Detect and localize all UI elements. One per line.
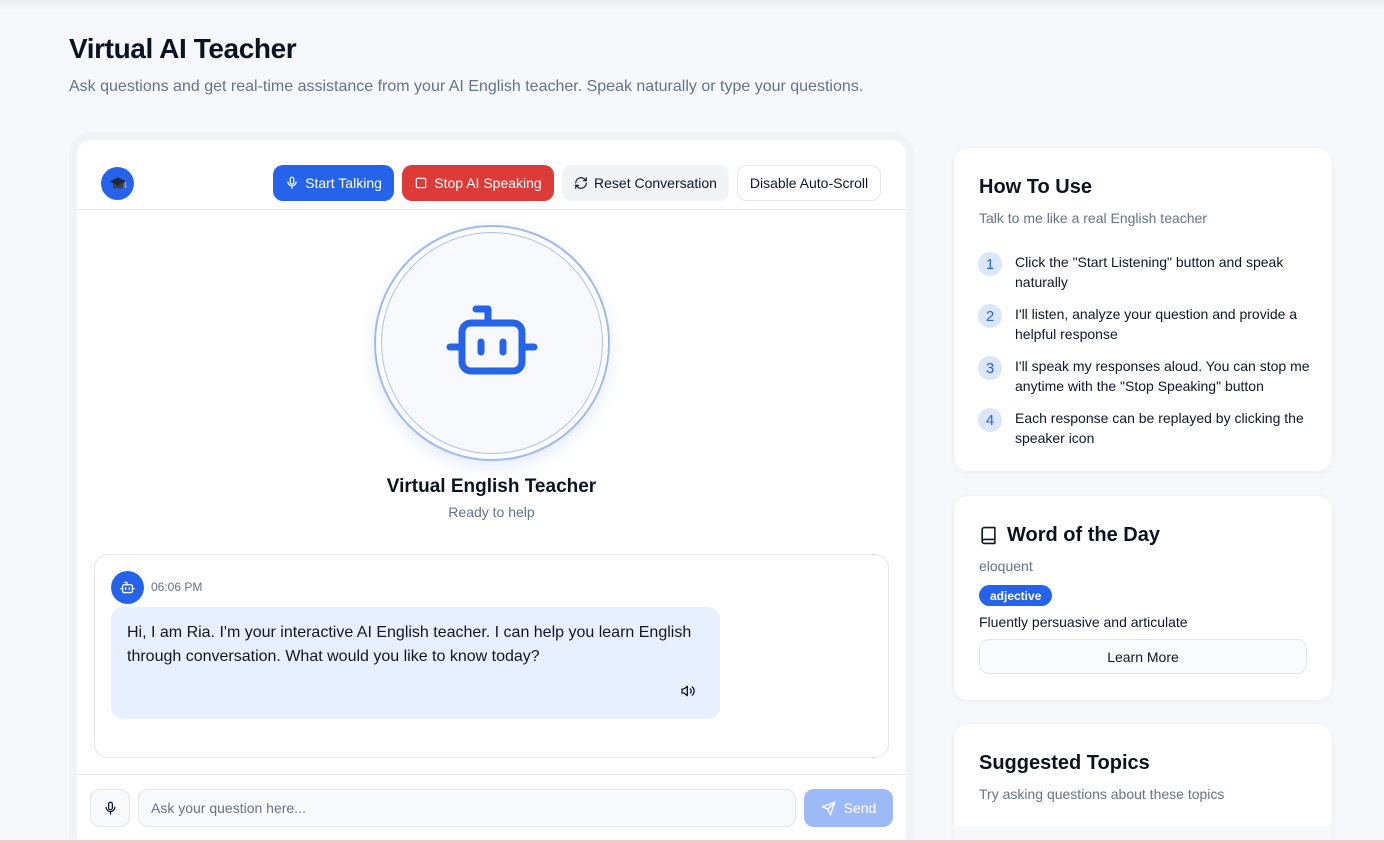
send-icon (821, 801, 836, 815)
list-item: 4 Each response can be replayed by click… (978, 408, 1313, 460)
step-text: Each response can be replayed by clickin… (1015, 410, 1304, 446)
step-text: Click the "Start Listening" button and s… (1015, 254, 1284, 290)
step-number: 2 (978, 304, 1002, 328)
bot-icon (120, 581, 135, 593)
volume-icon[interactable] (678, 681, 698, 701)
send-label: Send (843, 800, 877, 816)
page-subtitle: Ask questions and get real-time assistan… (69, 78, 864, 95)
message-list[interactable]: 06:06 PM Hi, I am Ria. I'm your interact… (94, 554, 889, 758)
message-text: Hi, I am Ria. I'm your interactive AI En… (127, 624, 692, 665)
word-of-the-day-heading: Word of the Day (979, 524, 1160, 547)
teacher-status: Ready to help (448, 504, 535, 520)
suggested-topics-subtitle: Try asking questions about these topics (979, 786, 1225, 802)
question-input[interactable] (138, 789, 796, 827)
word-of-the-day-title: Word of the Day (1007, 524, 1160, 546)
step-number: 3 (978, 356, 1002, 380)
refresh-icon (575, 177, 587, 189)
bot-avatar (111, 571, 144, 604)
word-definition: Fluently persuasive and articulate (979, 614, 1188, 630)
suggested-topics-title: Suggested Topics (979, 752, 1150, 774)
mic-button[interactable] (90, 789, 130, 827)
bot-icon (446, 305, 538, 375)
chat-card: Start Talking Stop AI Speaking Reset Con… (77, 140, 906, 843)
step-text: I'll listen, analyze your question and p… (1015, 306, 1298, 342)
teacher-avatar-ring (374, 225, 610, 461)
graduation-cap-icon (101, 167, 134, 200)
list-item: 2 I'll listen, analyze your question and… (978, 304, 1313, 356)
input-bar: Send (77, 774, 906, 843)
square-icon (416, 177, 427, 189)
disable-auto-scroll-button[interactable]: Disable Auto-Scroll (737, 165, 881, 201)
send-button[interactable]: Send (804, 789, 893, 827)
list-item: 3 I'll speak my responses aloud. You can… (978, 356, 1313, 408)
step-text: I'll speak my responses aloud. You can s… (1015, 358, 1310, 394)
how-to-use-card: How To Use Talk to me like a real Englis… (954, 148, 1332, 471)
learn-more-button[interactable]: Learn More (979, 639, 1307, 674)
start-talking-label: Start Talking (305, 175, 382, 191)
teacher-avatar (381, 232, 603, 454)
step-number: 4 (978, 408, 1002, 432)
suggested-topics-card: Suggested Topics Try asking questions ab… (954, 724, 1332, 843)
book-icon (981, 526, 996, 545)
message-timestamp: 06:06 PM (151, 580, 203, 594)
start-talking-button[interactable]: Start Talking (273, 165, 394, 201)
stop-ai-speaking-button[interactable]: Stop AI Speaking (402, 165, 554, 201)
teacher-name: Virtual English Teacher (386, 476, 597, 497)
page-title: Virtual AI Teacher (69, 33, 297, 64)
message-bubble: Hi, I am Ria. I'm your interactive AI En… (111, 607, 720, 719)
mic-icon (287, 176, 297, 189)
how-to-use-title: How To Use (979, 176, 1092, 198)
how-to-use-subtitle: Talk to me like a real English teacher (979, 210, 1207, 226)
chat-header: Start Talking Stop AI Speaking Reset Con… (77, 140, 906, 210)
word-of-the-day-word: eloquent (979, 558, 1033, 574)
top-shadow (0, 0, 1384, 10)
reset-conversation-button[interactable]: Reset Conversation (562, 165, 729, 201)
stop-ai-speaking-label: Stop AI Speaking (434, 175, 542, 191)
step-number: 1 (978, 252, 1002, 276)
disable-auto-scroll-label: Disable Auto-Scroll (749, 175, 869, 191)
steps-list: 1 Click the "Start Listening" button and… (978, 252, 1313, 460)
word-of-the-day-card: Word of the Day eloquent adjective Fluen… (954, 496, 1332, 700)
reset-conversation-label: Reset Conversation (594, 175, 717, 191)
mic-icon (105, 801, 115, 815)
list-item: 1 Click the "Start Listening" button and… (978, 252, 1313, 304)
part-of-speech-badge: adjective (979, 585, 1053, 606)
